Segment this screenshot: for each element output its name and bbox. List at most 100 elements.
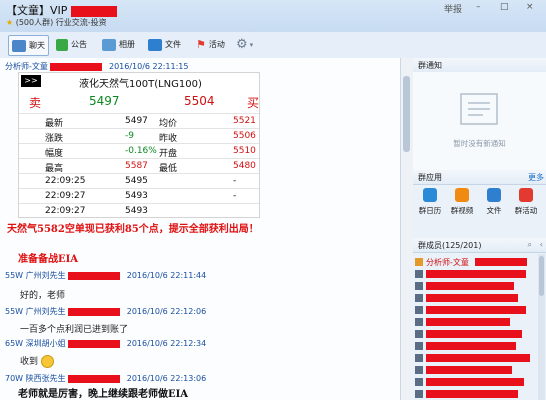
apps-more-link[interactable]: 更多 (528, 172, 544, 183)
member-item[interactable]: 分析师-文童 (415, 257, 535, 268)
group-info: (500人群) 行业交流-投资 (15, 18, 107, 27)
maximize-icon[interactable]: □ (500, 2, 509, 12)
window-header: 【文童】VIP ★ (500人群) 行业交流-投资 举报 – □ × (0, 0, 546, 32)
quote-cell: 5493 (125, 206, 148, 216)
message-sender: 55W 广州刘先生 2016/10/6 22:12:06 (5, 307, 207, 316)
folder-icon (148, 38, 162, 51)
smiley-emoji-icon (40, 355, 54, 368)
member-item[interactable] (415, 389, 535, 400)
quote-header: >> 液化天然气100T(LNG100) (19, 73, 259, 90)
member-item[interactable] (415, 341, 535, 352)
chevron-icon[interactable]: ‹ (540, 240, 543, 249)
quote-instrument: 液化天然气100T(LNG100) (79, 79, 202, 90)
announcement-icon (56, 38, 68, 51)
member-search-icon[interactable]: ⌕ (528, 240, 532, 250)
quote-image[interactable]: >> 液化天然气100T(LNG100) 卖 5497 5504 买 最新 549… (18, 72, 260, 218)
redacted-name (426, 342, 516, 350)
quote-cell: - (233, 191, 237, 201)
quote-cell: 5480 (233, 161, 256, 171)
avatar (415, 366, 423, 374)
message-text-bold: 老师就是厉害，晚上继续跟老师做EIA (18, 389, 189, 400)
redacted-name (426, 306, 526, 314)
group-subtitle: ★ (500人群) 行业交流-投资 (6, 17, 107, 28)
redacted-name (68, 339, 121, 348)
minimize-icon[interactable]: – (476, 2, 481, 12)
redacted-name (426, 294, 518, 302)
folder-icon (487, 188, 501, 202)
settings-button[interactable]: ⚙ ▾ (236, 35, 253, 54)
avatar (415, 282, 423, 290)
flag-icon (519, 188, 533, 202)
tab-files[interactable]: 文件 (148, 35, 181, 54)
group-title: 【文童】VIP (6, 2, 117, 18)
tab-announcement[interactable]: 公告 (56, 35, 87, 54)
redacted-name (426, 354, 530, 362)
message-sender: 55W 广州刘先生 2016/10/6 22:11:44 (5, 271, 207, 280)
album-icon (102, 38, 116, 51)
member-item[interactable] (415, 377, 535, 388)
quote-cell: 5510 (233, 146, 256, 156)
notice-header: 群通知 (413, 58, 546, 73)
redacted-name (426, 282, 514, 290)
member-item[interactable] (415, 329, 535, 340)
app-activity[interactable]: 群活动 (511, 188, 541, 216)
scrollbar-thumb[interactable] (403, 76, 410, 152)
quote-expand-button[interactable]: >> (21, 75, 41, 87)
calendar-icon (423, 188, 437, 202)
chat-scrollbar[interactable] (400, 58, 413, 400)
report-button[interactable]: 举报 (444, 2, 462, 15)
avatar (415, 318, 423, 326)
redacted-name (68, 271, 121, 280)
app-files[interactable]: 文件 (479, 188, 509, 216)
redacted-name (426, 330, 522, 338)
member-item[interactable] (415, 305, 535, 316)
member-item[interactable] (415, 365, 535, 376)
chevron-down-icon: ▾ (249, 40, 254, 49)
message-text: 好的，老师 (20, 291, 66, 301)
notice-box: 暂时没有新通知 (413, 72, 546, 184)
quote-cell: 5493 (125, 191, 148, 201)
notice-empty-text: 暂时没有新通知 (453, 139, 506, 148)
message-text: 一百多个点利润已进到账了 (20, 325, 129, 335)
redacted-name (426, 390, 518, 398)
avatar (415, 306, 423, 314)
quote-cell: 5497 (125, 116, 148, 126)
star-icon: ★ (6, 18, 14, 27)
avatar (415, 270, 423, 278)
flag-icon: ⚑ (196, 38, 206, 51)
member-name: 分析师-文童 (426, 258, 469, 267)
member-scrollbar-thumb[interactable] (539, 256, 544, 296)
member-item[interactable] (415, 317, 535, 328)
tab-activity[interactable]: ⚑ 活动 (196, 35, 225, 54)
quote-cell: 22:09:27 (45, 206, 86, 216)
tab-chat[interactable]: 聊天 (8, 35, 49, 56)
gear-icon: ⚙ (236, 37, 248, 52)
quote-cell: -0.16% (125, 146, 157, 156)
member-item[interactable] (415, 281, 535, 292)
quote-cell: -9 (125, 131, 134, 141)
apps-grid: 群日历 群视频 文件 群活动 (413, 184, 546, 236)
apps-header: 群应用 更多 (413, 170, 546, 185)
redacted-name (68, 374, 121, 383)
message-sender: 65W 深圳胡小姐 2016/10/6 22:12:34 (5, 339, 207, 348)
member-item[interactable] (415, 293, 535, 304)
redacted-name (70, 5, 117, 17)
quote-cell: 5495 (125, 176, 148, 186)
redacted-name (475, 258, 527, 266)
tab-album[interactable]: 相册 (102, 35, 135, 54)
red-announcement-2: 准备备战EIA (18, 254, 79, 265)
avatar (415, 354, 423, 362)
notice-board-icon (460, 93, 498, 125)
avatar (415, 330, 423, 338)
member-scrollbar[interactable] (538, 254, 545, 400)
quote-bid-ask: 卖 5497 5504 买 (29, 94, 260, 110)
redacted-name (426, 318, 510, 326)
app-calendar[interactable]: 群日历 (415, 188, 445, 216)
member-item[interactable] (415, 353, 535, 364)
app-video[interactable]: 群视频 (447, 188, 477, 216)
quote-cell: 22:09:27 (45, 191, 86, 201)
message-text: 收到 (20, 354, 54, 368)
close-icon[interactable]: × (526, 2, 534, 12)
member-item[interactable] (415, 269, 535, 280)
right-panel: 群通知 暂时没有新通知 群应用 更多 群日历 群视频 文件 群活动 群成员(12… (413, 58, 546, 400)
